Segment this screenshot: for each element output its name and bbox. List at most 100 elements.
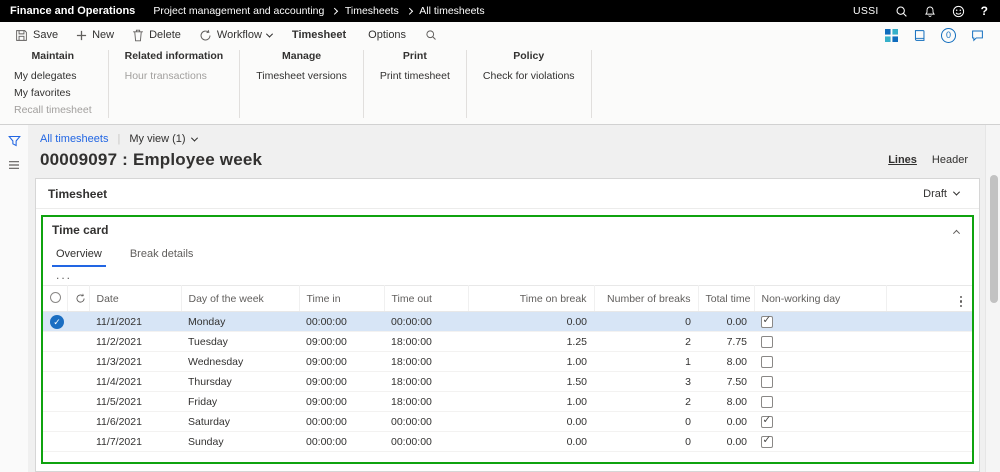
cell-time-in[interactable]: 09:00:00 bbox=[299, 332, 384, 352]
cell-time-on-break[interactable]: 1.50 bbox=[468, 372, 594, 392]
cell-number-of-breaks[interactable]: 0 bbox=[594, 432, 698, 452]
tab-options[interactable]: Options bbox=[357, 22, 417, 48]
cell-day[interactable]: Thursday bbox=[181, 372, 299, 392]
col-header-non-working-day[interactable]: Non-working day bbox=[754, 286, 886, 312]
cell-date[interactable]: 11/2/2021 bbox=[89, 332, 181, 352]
table-row[interactable]: 11/3/2021 Wednesday 09:00:00 18:00:00 1.… bbox=[43, 352, 972, 372]
row-select-cell[interactable] bbox=[43, 352, 67, 372]
alerts-bell-icon[interactable] bbox=[924, 5, 936, 18]
cell-total-time[interactable]: 7.50 bbox=[698, 372, 754, 392]
cell-time-on-break[interactable]: 1.25 bbox=[468, 332, 594, 352]
timesheet-versions-button[interactable]: Timesheet versions bbox=[256, 67, 347, 84]
cell-time-in[interactable]: 00:00:00 bbox=[299, 412, 384, 432]
cell-time-on-break[interactable]: 0.00 bbox=[468, 312, 594, 332]
time-card-fasttab-header[interactable]: Time card bbox=[43, 217, 972, 243]
select-all-circle[interactable] bbox=[50, 292, 61, 303]
cell-day[interactable]: Sunday bbox=[181, 432, 299, 452]
message-center-icon[interactable] bbox=[971, 29, 984, 42]
cell-number-of-breaks[interactable]: 2 bbox=[594, 332, 698, 352]
cell-time-out[interactable]: 00:00:00 bbox=[384, 412, 468, 432]
action-search-icon[interactable] bbox=[417, 29, 445, 41]
table-row[interactable]: 11/6/2021 Saturday 00:00:00 00:00:00 0.0… bbox=[43, 412, 972, 432]
cell-time-in[interactable]: 09:00:00 bbox=[299, 352, 384, 372]
cell-time-out[interactable]: 18:00:00 bbox=[384, 332, 468, 352]
cell-time-on-break[interactable]: 1.00 bbox=[468, 352, 594, 372]
row-select-cell[interactable] bbox=[43, 332, 67, 352]
cell-time-out[interactable]: 00:00:00 bbox=[384, 312, 468, 332]
vertical-scrollbar[interactable] bbox=[985, 125, 1000, 472]
hour-transactions-button[interactable]: Hour transactions bbox=[125, 67, 224, 84]
cell-time-in[interactable]: 09:00:00 bbox=[299, 372, 384, 392]
my-delegates-button[interactable]: My delegates bbox=[14, 67, 92, 84]
cell-date[interactable]: 11/1/2021 bbox=[89, 312, 181, 332]
table-row[interactable]: 11/2/2021 Tuesday 09:00:00 18:00:00 1.25… bbox=[43, 332, 972, 352]
cell-time-on-break[interactable]: 1.00 bbox=[468, 392, 594, 412]
col-header-total-time[interactable]: Total time bbox=[698, 286, 754, 312]
col-header-time-on-break[interactable]: Time on break bbox=[468, 286, 594, 312]
cell-time-out[interactable]: 18:00:00 bbox=[384, 352, 468, 372]
cell-day[interactable]: Tuesday bbox=[181, 332, 299, 352]
breadcrumb-area[interactable]: Timesheets bbox=[345, 5, 399, 17]
cell-time-on-break[interactable]: 0.00 bbox=[468, 412, 594, 432]
col-header-time-in[interactable]: Time in bbox=[299, 286, 384, 312]
cell-total-time[interactable]: 7.75 bbox=[698, 332, 754, 352]
tab-overview[interactable]: Overview bbox=[52, 245, 106, 267]
non-working-checkbox[interactable] bbox=[761, 336, 773, 348]
tab-timesheet[interactable]: Timesheet bbox=[281, 22, 357, 48]
status-dropdown[interactable]: Draft bbox=[923, 188, 967, 200]
collapse-section-button[interactable] bbox=[954, 224, 963, 236]
col-header-date[interactable]: Date bbox=[89, 286, 181, 312]
cell-date[interactable]: 11/6/2021 bbox=[89, 412, 181, 432]
cell-time-in[interactable]: 00:00:00 bbox=[299, 432, 384, 452]
search-icon[interactable] bbox=[895, 5, 908, 18]
non-working-checkbox[interactable] bbox=[761, 436, 773, 448]
cell-day[interactable]: Monday bbox=[181, 312, 299, 332]
attachments-count-icon[interactable]: 0 bbox=[941, 28, 956, 43]
task-guides-icon[interactable] bbox=[913, 29, 926, 42]
col-header-number-of-breaks[interactable]: Number of breaks bbox=[594, 286, 698, 312]
company-picker[interactable]: USSI bbox=[853, 5, 879, 17]
cell-number-of-breaks[interactable]: 0 bbox=[594, 312, 698, 332]
filter-icon[interactable] bbox=[8, 135, 21, 147]
view-selector[interactable]: My view (1) bbox=[129, 133, 196, 145]
row-select-cell[interactable] bbox=[43, 412, 67, 432]
row-select-cell[interactable] bbox=[43, 312, 67, 332]
cell-total-time[interactable]: 0.00 bbox=[698, 432, 754, 452]
cell-total-time[interactable]: 8.00 bbox=[698, 392, 754, 412]
row-select-cell[interactable] bbox=[43, 392, 67, 412]
cell-time-out[interactable]: 00:00:00 bbox=[384, 432, 468, 452]
cell-time-out[interactable]: 18:00:00 bbox=[384, 372, 468, 392]
cell-time-in[interactable]: 09:00:00 bbox=[299, 392, 384, 412]
check-for-violations-button[interactable]: Check for violations bbox=[483, 67, 575, 84]
non-working-checkbox[interactable] bbox=[761, 376, 773, 388]
cell-total-time[interactable]: 0.00 bbox=[698, 412, 754, 432]
app-title[interactable]: Finance and Operations bbox=[0, 5, 153, 17]
non-working-checkbox[interactable] bbox=[761, 356, 773, 368]
cell-number-of-breaks[interactable]: 1 bbox=[594, 352, 698, 372]
cell-day[interactable]: Wednesday bbox=[181, 352, 299, 372]
all-timesheets-link[interactable]: All timesheets bbox=[40, 133, 108, 145]
cell-date[interactable]: 11/3/2021 bbox=[89, 352, 181, 372]
breadcrumb-page[interactable]: All timesheets bbox=[419, 5, 484, 17]
cell-total-time[interactable]: 0.00 bbox=[698, 312, 754, 332]
expand-menu-icon[interactable] bbox=[8, 160, 20, 170]
scrollbar-thumb[interactable] bbox=[990, 175, 998, 303]
cell-time-in[interactable]: 00:00:00 bbox=[299, 312, 384, 332]
cell-day[interactable]: Friday bbox=[181, 392, 299, 412]
non-working-checkbox[interactable] bbox=[761, 316, 773, 328]
cell-number-of-breaks[interactable]: 3 bbox=[594, 372, 698, 392]
breadcrumb-module[interactable]: Project management and accounting bbox=[153, 5, 324, 17]
grid-toolbar-overflow-button[interactable]: ... bbox=[43, 267, 972, 285]
non-working-checkbox[interactable] bbox=[761, 416, 773, 428]
cell-date[interactable]: 11/4/2021 bbox=[89, 372, 181, 392]
tab-break-details[interactable]: Break details bbox=[126, 245, 198, 267]
feedback-smiley-icon[interactable] bbox=[952, 5, 965, 18]
grid-options-icon[interactable] bbox=[957, 295, 965, 309]
cell-number-of-breaks[interactable]: 2 bbox=[594, 392, 698, 412]
table-row[interactable]: 11/1/2021 Monday 00:00:00 00:00:00 0.00 … bbox=[43, 312, 972, 332]
table-row[interactable]: 11/4/2021 Thursday 09:00:00 18:00:00 1.5… bbox=[43, 372, 972, 392]
workflow-button[interactable]: Workflow bbox=[190, 22, 281, 48]
header-view-button[interactable]: Header bbox=[932, 154, 968, 166]
my-favorites-button[interactable]: My favorites bbox=[14, 84, 92, 101]
refresh-column-icon[interactable] bbox=[75, 293, 82, 304]
